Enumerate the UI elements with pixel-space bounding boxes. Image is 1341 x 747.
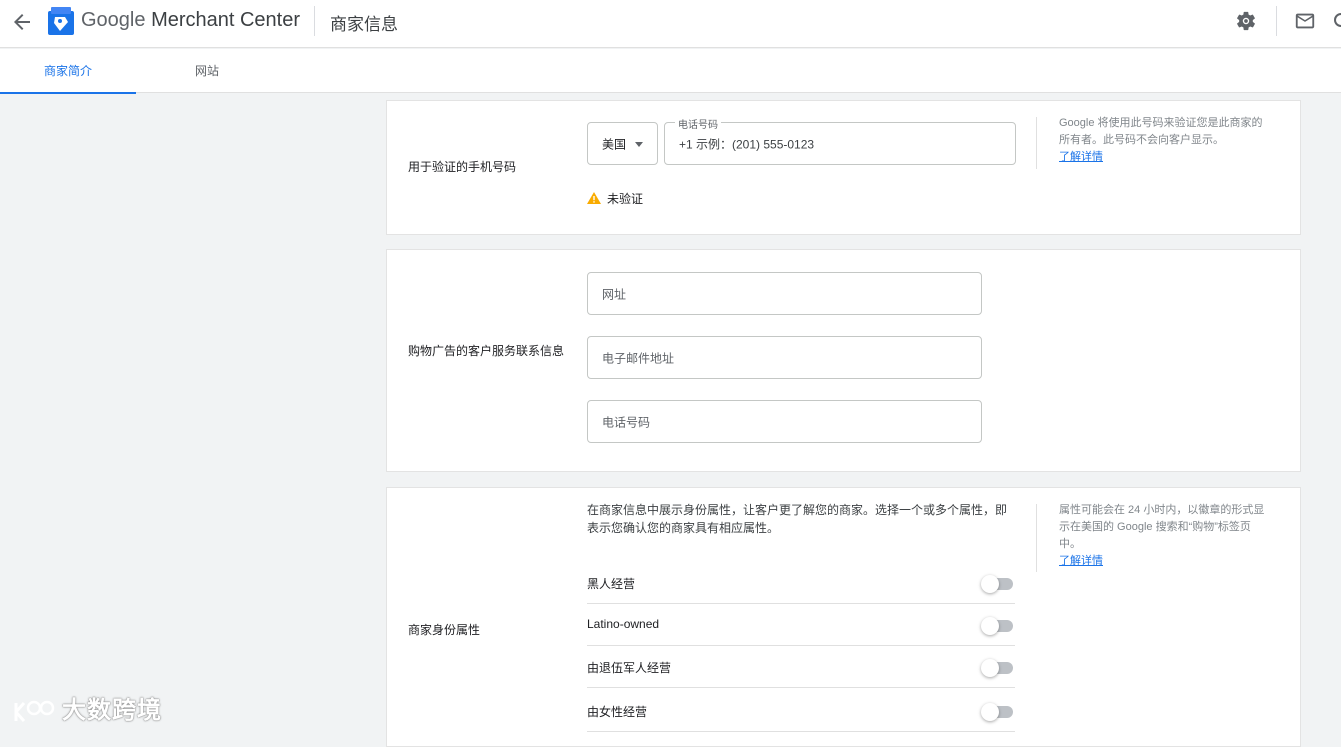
attribute-toggle[interactable]	[981, 575, 1015, 593]
helper-divider	[1036, 117, 1037, 169]
tab-business-profile[interactable]: 商家简介	[0, 49, 136, 94]
tab-website[interactable]: 网站	[139, 49, 275, 93]
attribute-label: Latino-owned	[587, 617, 660, 631]
identity-attributes-card: 商家身份属性 在商家信息中展示身份属性，让客户更了解您的商家。选择一个或多个属性…	[386, 487, 1301, 747]
attribute-toggle[interactable]	[981, 703, 1015, 721]
phone-learn-more-link[interactable]: 了解详情	[1059, 149, 1269, 166]
contact-phone-placeholder: 电话号码	[602, 415, 651, 429]
identity-helper-body: 属性可能会在 24 小时内，以徽章的形式显示在美国的 Google 搜索和“购物…	[1059, 504, 1265, 550]
product-brand: Google Merchant Center	[81, 9, 300, 32]
email-input[interactable]: 电子邮件地址	[587, 336, 982, 379]
header-divider-right	[1276, 6, 1277, 36]
identity-section-label: 商家身份属性	[408, 623, 481, 637]
verification-status-text: 未验证	[607, 192, 644, 206]
merchant-center-logo-icon	[48, 7, 74, 35]
email-placeholder: 电子邮件地址	[602, 351, 675, 365]
country-select-value: 美国	[602, 137, 627, 151]
helper-divider	[1036, 504, 1037, 572]
watermark-logo-icon	[14, 700, 55, 722]
brand-product: Merchant Center	[151, 9, 301, 31]
country-select[interactable]: 美国	[587, 122, 658, 165]
attribute-label: 由女性经营	[587, 705, 648, 719]
gear-icon[interactable]	[1235, 10, 1257, 32]
back-arrow-icon[interactable]	[10, 10, 34, 34]
attribute-toggle[interactable]	[981, 659, 1015, 677]
phone-placeholder: +1 示例：(201) 555-0123	[679, 137, 815, 151]
attribute-row: 由退伍军人经营	[587, 646, 1015, 688]
brand-google: Google	[81, 9, 146, 31]
website-input[interactable]: 网址	[587, 272, 982, 315]
tab-bar: 商家简介 网站	[0, 49, 1341, 94]
phone-verification-card: 用于验证的手机号码 美国 电话号码 +1 示例：(201) 555-0123 未…	[386, 100, 1301, 235]
watermark-text: 大数跨境	[62, 697, 162, 724]
attribute-toggle[interactable]	[981, 617, 1015, 635]
customer-service-card: 购物广告的客户服务联系信息 网址 电子邮件地址 电话号码	[386, 249, 1301, 472]
watermark: 大数跨境	[12, 690, 162, 725]
attribute-row: 黑人经营	[587, 562, 1015, 604]
warning-icon	[587, 192, 601, 204]
attribute-label: 由退伍军人经营	[587, 661, 672, 675]
verification-status: 未验证	[587, 190, 643, 207]
chevron-down-icon	[635, 141, 643, 147]
attribute-row: Latino-owned	[587, 604, 1015, 646]
account-icon[interactable]	[1334, 13, 1341, 27]
mail-icon[interactable]	[1294, 10, 1316, 32]
attribute-row: 由女性经营	[587, 690, 1015, 732]
contact-section-label: 购物广告的客户服务联系信息	[408, 344, 565, 358]
phone-field-label: 电话号码	[675, 116, 721, 131]
top-app-bar: Google Merchant Center 商家信息	[0, 0, 1341, 48]
website-placeholder: 网址	[602, 287, 627, 301]
phone-helper-body: Google 将使用此号码来验证您是此商家的所有者。此号码不会向客户显示。	[1059, 117, 1263, 146]
phone-section-label: 用于验证的手机号码	[408, 160, 517, 174]
phone-helper-text: Google 将使用此号码来验证您是此商家的所有者。此号码不会向客户显示。 了解…	[1059, 115, 1269, 166]
header-divider	[314, 6, 315, 36]
page-title: 商家信息	[330, 15, 398, 34]
contact-phone-input[interactable]: 电话号码	[587, 400, 982, 443]
identity-learn-more-link[interactable]: 了解详情	[1059, 553, 1269, 570]
identity-helper-text: 属性可能会在 24 小时内，以徽章的形式显示在美国的 Google 搜索和“购物…	[1059, 502, 1269, 570]
attribute-label: 黑人经营	[587, 577, 636, 591]
phone-number-input[interactable]: 电话号码 +1 示例：(201) 555-0123	[664, 116, 1016, 165]
identity-description: 在商家信息中展示身份属性，让客户更了解您的商家。选择一个或多个属性，即表示您确认…	[587, 503, 1008, 535]
